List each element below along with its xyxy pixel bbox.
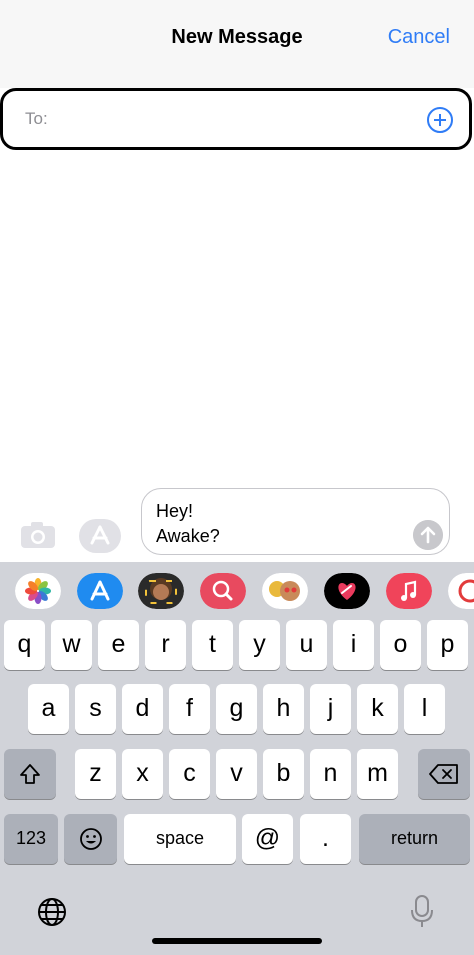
key-t[interactable]: t [192, 620, 233, 670]
keyboard: q w e r t y u i o p a s d f g h j k l z … [0, 562, 474, 955]
key-b[interactable]: b [263, 749, 304, 799]
delete-icon [429, 764, 458, 784]
key-h[interactable]: h [263, 684, 304, 734]
numbers-key[interactable]: 123 [4, 814, 58, 864]
memoji-app-icon[interactable] [138, 573, 184, 609]
recipient-field[interactable]: To: [0, 88, 472, 150]
send-icon[interactable] [413, 520, 443, 550]
key-i[interactable]: i [333, 620, 374, 670]
key-d[interactable]: d [122, 684, 163, 734]
key-p[interactable]: p [427, 620, 468, 670]
key-q[interactable]: q [4, 620, 45, 670]
music-app-icon[interactable] [386, 573, 432, 609]
key-a[interactable]: a [28, 684, 69, 734]
emoji-icon [79, 828, 102, 850]
key-c[interactable]: c [169, 749, 210, 799]
shift-icon [20, 764, 40, 784]
key-v[interactable]: v [216, 749, 257, 799]
key-g[interactable]: g [216, 684, 257, 734]
key-z[interactable]: z [75, 749, 116, 799]
home-indicator [152, 938, 322, 944]
key-s[interactable]: s [75, 684, 116, 734]
space-key[interactable]: space [124, 814, 236, 864]
key-n[interactable]: n [310, 749, 351, 799]
globe-icon[interactable] [36, 896, 68, 928]
key-u[interactable]: u [286, 620, 327, 670]
key-r[interactable]: r [145, 620, 186, 670]
photos-app-icon[interactable] [15, 573, 61, 609]
microphone-icon[interactable] [408, 894, 436, 930]
message-line: Awake? [156, 526, 220, 546]
key-e[interactable]: e [98, 620, 139, 670]
images-search-app-icon[interactable] [200, 573, 246, 609]
key-j[interactable]: j [310, 684, 351, 734]
at-key[interactable]: @ [242, 814, 293, 864]
camera-icon[interactable] [20, 521, 56, 549]
key-y[interactable]: y [239, 620, 280, 670]
key-o[interactable]: o [380, 620, 421, 670]
key-m[interactable]: m [357, 749, 398, 799]
delete-key[interactable] [418, 749, 470, 799]
key-f[interactable]: f [169, 684, 210, 734]
message-text: Hey! Awake? [156, 499, 220, 549]
key-w[interactable]: w [51, 620, 92, 670]
app-store-app-icon[interactable] [77, 573, 123, 609]
recipient-label: To: [25, 109, 48, 128]
key-k[interactable]: k [357, 684, 398, 734]
key-l[interactable]: l [404, 684, 445, 734]
period-key[interactable]: . [300, 814, 351, 864]
shift-key[interactable] [4, 749, 56, 799]
digital-touch-app-icon[interactable] [324, 573, 370, 609]
navigation-header: New Message Cancel [0, 0, 474, 88]
emoji-key[interactable] [64, 814, 117, 864]
imessage-apps-row[interactable] [0, 562, 474, 620]
message-input[interactable]: Hey! Awake? [141, 488, 450, 555]
memoji-stickers-app-icon[interactable] [262, 573, 308, 609]
add-contact-icon[interactable] [427, 107, 453, 133]
partial-app-icon[interactable] [448, 573, 474, 609]
message-line: Hey! [156, 501, 194, 521]
key-x[interactable]: x [122, 749, 163, 799]
app-store-icon[interactable] [79, 519, 121, 553]
cancel-button[interactable]: Cancel [388, 26, 450, 49]
return-key[interactable]: return [359, 814, 470, 864]
